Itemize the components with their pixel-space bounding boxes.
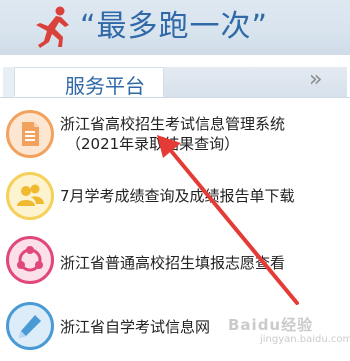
users-icon (6, 172, 54, 220)
service-item-subtitle[interactable]: （2021年录取结果查询） (66, 134, 239, 154)
tab-bar: 服务平台 » (0, 67, 350, 98)
runner-logo-icon (36, 6, 69, 48)
double-chevron-right-icon[interactable]: » (309, 69, 329, 91)
service-item-admission-results[interactable]: 浙江省高校招生考试信息管理系统 （2021年录取结果查询） (0, 106, 350, 162)
header-banner: “最多跑一次” (0, 0, 350, 55)
service-item-exam-scores[interactable]: 7月学考成绩查询及成绩报告单下载 (0, 170, 350, 226)
pencil-icon (6, 302, 54, 350)
service-item-title[interactable]: 浙江省自学考试信息网 (60, 317, 210, 337)
watermark-url: jingyan.baidu.com (260, 334, 350, 345)
watermark-brand: Baidu经验 (228, 316, 314, 334)
network-icon (6, 236, 54, 284)
service-item-title[interactable]: 7月学考成绩查询及成绩报告单下载 (60, 186, 295, 206)
tab-service-platform[interactable]: 服务平台 (14, 67, 164, 98)
page: “最多跑一次” 服务平台 » 浙江省高校招生考试信息管理系统 （2021年录取结… (0, 0, 350, 361)
tab-label: 服务平台 (65, 74, 145, 98)
document-icon (6, 110, 54, 158)
header-title: “最多跑一次” (80, 9, 269, 44)
baidu-watermark: Baidu经验 jingyan.baidu.com (200, 312, 350, 356)
service-item-title[interactable]: 浙江省高校招生考试信息管理系统 (60, 114, 285, 134)
service-item-volunteer-view[interactable]: 浙江省普通高校招生填报志愿查看 (0, 232, 350, 288)
service-item-title[interactable]: 浙江省普通高校招生填报志愿查看 (60, 253, 285, 273)
